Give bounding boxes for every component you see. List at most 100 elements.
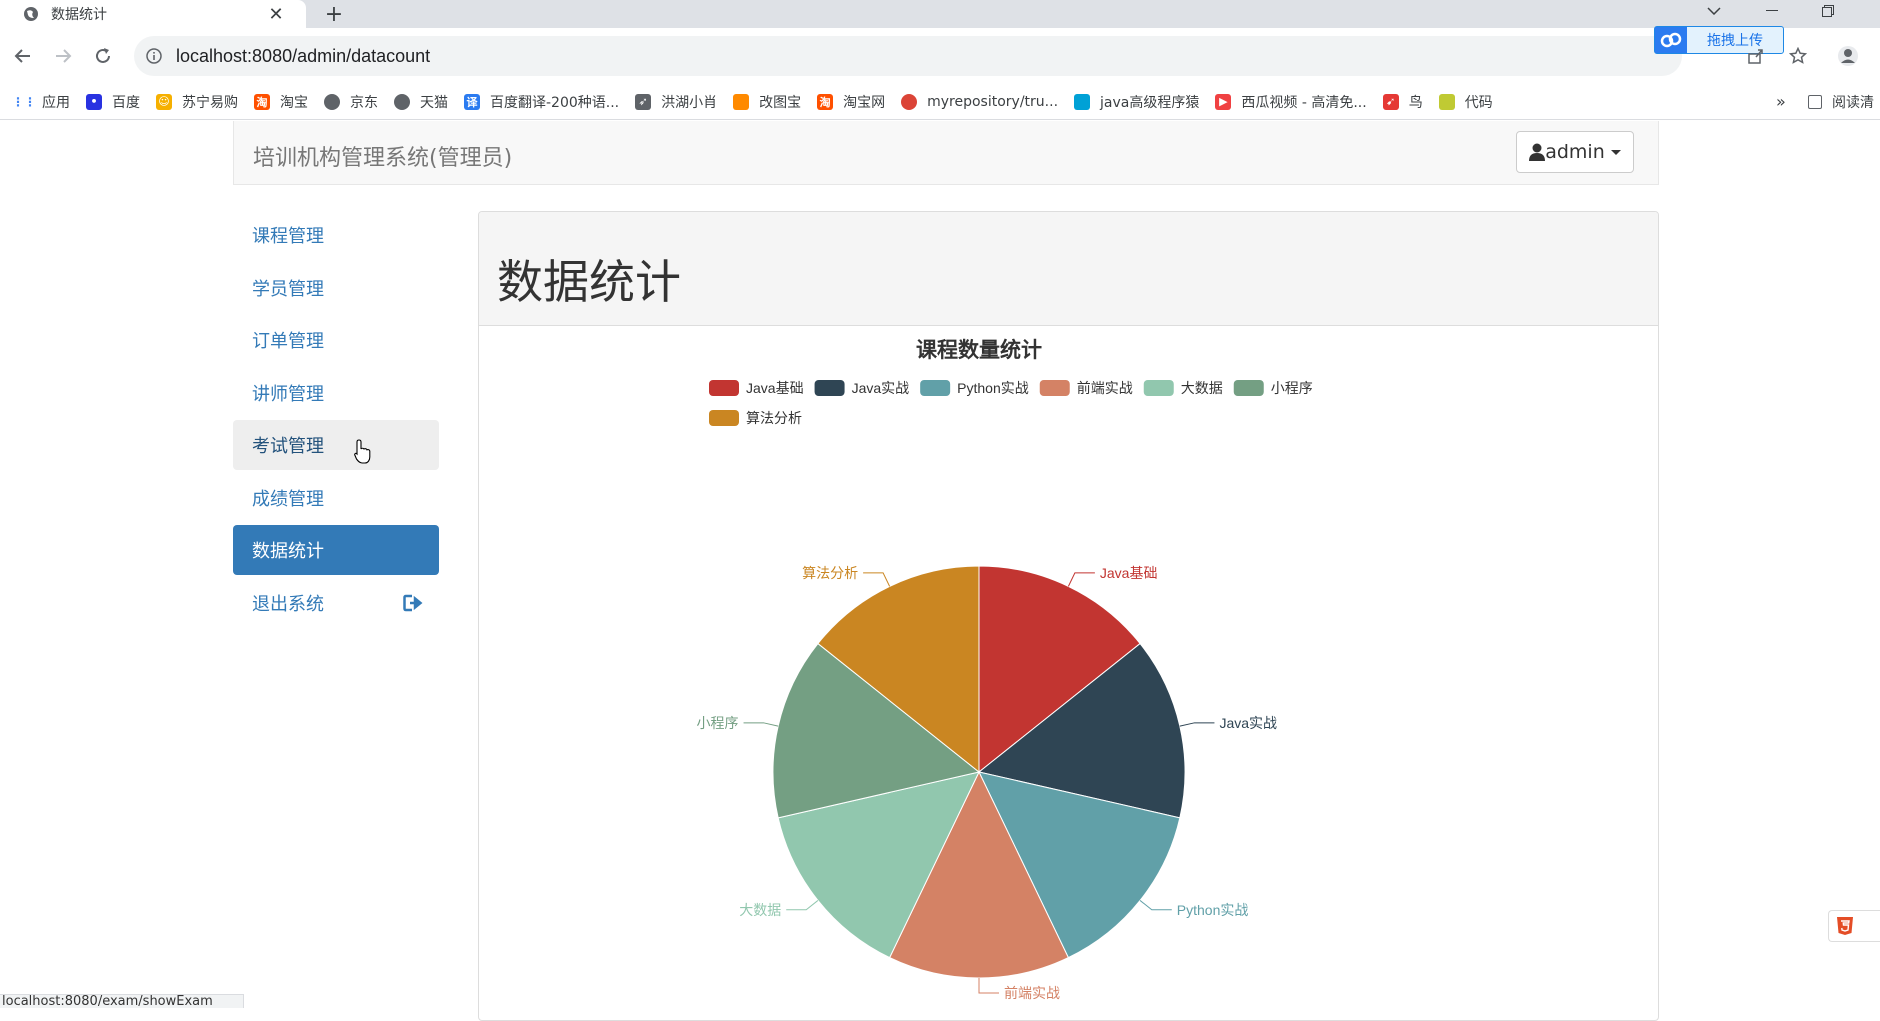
sidebar-item-label: 成绩管理 [252,488,324,510]
bookmark-item[interactable]: 代码 [1431,88,1501,116]
status-url-bubble: localhost:8080/exam/showExam [0,994,244,1008]
panel-heading: 数据统计 [479,212,1658,326]
bookmark-label: 淘宝网 [843,94,886,111]
slice-label: 大数据 [739,902,781,918]
browser-tab[interactable]: 数据统计 ✕ [0,0,306,28]
bird-icon: ➹ [1382,93,1399,110]
globe-icon [324,93,340,110]
label-leader-line [1179,722,1215,727]
baidu-cloud-icon [1655,27,1687,53]
label-leader-line [786,900,819,911]
legend-label: Java基础 [746,380,804,396]
new-tab-button[interactable]: + [322,2,346,27]
label-leader-line [1139,900,1172,911]
address-bar[interactable]: localhost:8080/admin/datacount [134,36,1682,76]
bookmark-item[interactable]: • 百度 [78,88,148,116]
sidebar-item[interactable]: 订单管理 [233,315,439,365]
sidebar-item[interactable]: 课程管理 [233,210,439,260]
browser-toolbar: localhost:8080/admin/datacount 拖拽上传 [0,26,1880,84]
bookmark-label: 鸟 [1408,94,1423,111]
bookmark-item[interactable]: 淘淘宝网 [809,88,893,116]
sidebar-item-label: 学员管理 [252,278,324,300]
sidebar-item[interactable]: 考试管理 [233,420,439,470]
reload-button[interactable] [91,44,115,68]
slice-label: Java基础 [1100,565,1158,581]
sidebar-item[interactable]: 讲师管理 [233,368,439,418]
sidebar-item[interactable]: 学员管理 [233,263,439,313]
reading-list-button[interactable]: 阅读清 [1800,88,1880,116]
taobao-icon: 淘 [817,93,834,110]
baidu-paw-icon: • [86,93,102,110]
floating-side-widget[interactable] [1828,910,1880,942]
bookmark-item[interactable]: 改图宝 [725,88,809,116]
bookmark-item[interactable]: ➶ 洪湖小肖 [627,88,725,116]
bookmark-item[interactable]: 淘淘宝 [246,88,316,116]
legend-item[interactable]: 小程序 [1233,380,1313,396]
reading-list-icon [1808,94,1822,109]
top-navbar: 培训机构管理系统(管理员) admin [233,121,1659,185]
bookmark-item[interactable]: ☺ 苏宁易购 [148,88,246,116]
bookmark-label: 西瓜视频 - 高清免... [1241,94,1367,111]
translate-icon: 译 [464,93,480,110]
slice-label: Python实战 [1177,902,1249,918]
back-button[interactable] [11,44,35,68]
bookmark-item[interactable]: ➹ 鸟 [1375,88,1431,116]
chrome-icon [901,93,918,110]
rocket-icon: ➶ [635,93,652,110]
sidebar-item-logout[interactable]: 退出系统 [233,578,439,628]
sidebar-item-label: 讲师管理 [252,383,324,405]
restore-button[interactable] [1810,0,1846,22]
bookmark-item[interactable]: myrepository/tru... [893,88,1066,116]
bookmarks-bar: ⋮⋮ 应用 • 百度 ☺ 苏宁易购淘淘宝 京东 天猫译百度翻译-200种语... ➶ 洪湖小肖 改图… [0,84,1880,120]
legend-swatch [1039,380,1070,396]
sidebar-item[interactable]: 数据统计 [233,525,439,575]
minimize-button[interactable] [1754,0,1790,22]
tab-strip: 数据统计 ✕ + [0,0,1880,28]
legend-item[interactable]: Java基础 [709,380,804,396]
bookmark-item[interactable]: ⋮⋮ 应用 [8,88,78,116]
label-leader-line [1067,572,1095,587]
legend-swatch [1233,380,1264,396]
legend-item[interactable]: 大数据 [1143,380,1223,396]
sidebar-item-label: 考试管理 [252,436,324,457]
xigua-icon: ▶ [1215,93,1232,110]
legend-item[interactable]: Java实战 [814,380,910,396]
suning-icon: ☺ [156,93,172,110]
pie-chart: 课程数量统计 Java基础 Java实战 Python实战 前端实战 大数据 小程序 算法分… [479,326,1658,1020]
tab-title: 数据统计 [51,7,107,23]
bookmark-item[interactable]: 天猫 [386,88,456,116]
user-icon [1529,143,1546,161]
user-dropdown-button[interactable]: admin [1516,131,1634,173]
forward-button[interactable] [51,44,75,68]
reload-icon [96,48,110,63]
more-bookmarks-button[interactable]: » [1768,88,1794,116]
close-icon[interactable]: ✕ [266,4,286,25]
tab-search-icon[interactable] [1696,0,1732,22]
slice-label: 小程序 [697,715,739,731]
brand-title[interactable]: 培训机构管理系统(管理员) [253,140,512,172]
sidebar-item[interactable]: 成绩管理 [233,473,439,523]
profile-avatar-icon[interactable] [1836,44,1860,68]
legend-label: 大数据 [1181,380,1223,396]
legend-swatch [814,380,845,396]
globe-icon [24,7,38,21]
arrow-right-icon [56,49,72,63]
sidebar-item-label: 退出系统 [252,593,324,615]
share-icon[interactable] [1744,44,1768,68]
bookmark-item[interactable]: java高级程序猿 [1066,88,1207,116]
page-title: 数据统计 [497,255,681,309]
bookmark-label: 应用 [42,94,70,111]
bookmark-label: java高级程序猿 [1100,94,1200,111]
bookmark-item[interactable]: 译百度翻译-200种语... [456,88,627,116]
bookmark-star-icon[interactable] [1786,44,1810,68]
legend-item[interactable]: 前端实战 [1039,380,1133,396]
slice-label: Java实战 [1219,715,1277,731]
legend-swatch [920,380,951,396]
taobao-icon: 淘 [254,93,270,110]
url-text: localhost:8080/admin/datacount [176,45,431,66]
legend-item[interactable]: Python实战 [920,380,1029,396]
bookmark-item[interactable]: ▶ 西瓜视频 - 高清免... [1207,88,1374,116]
user-name: admin [1545,141,1605,163]
legend-item[interactable]: 算法分析 [709,410,802,426]
bookmark-item[interactable]: 京东 [316,88,386,116]
